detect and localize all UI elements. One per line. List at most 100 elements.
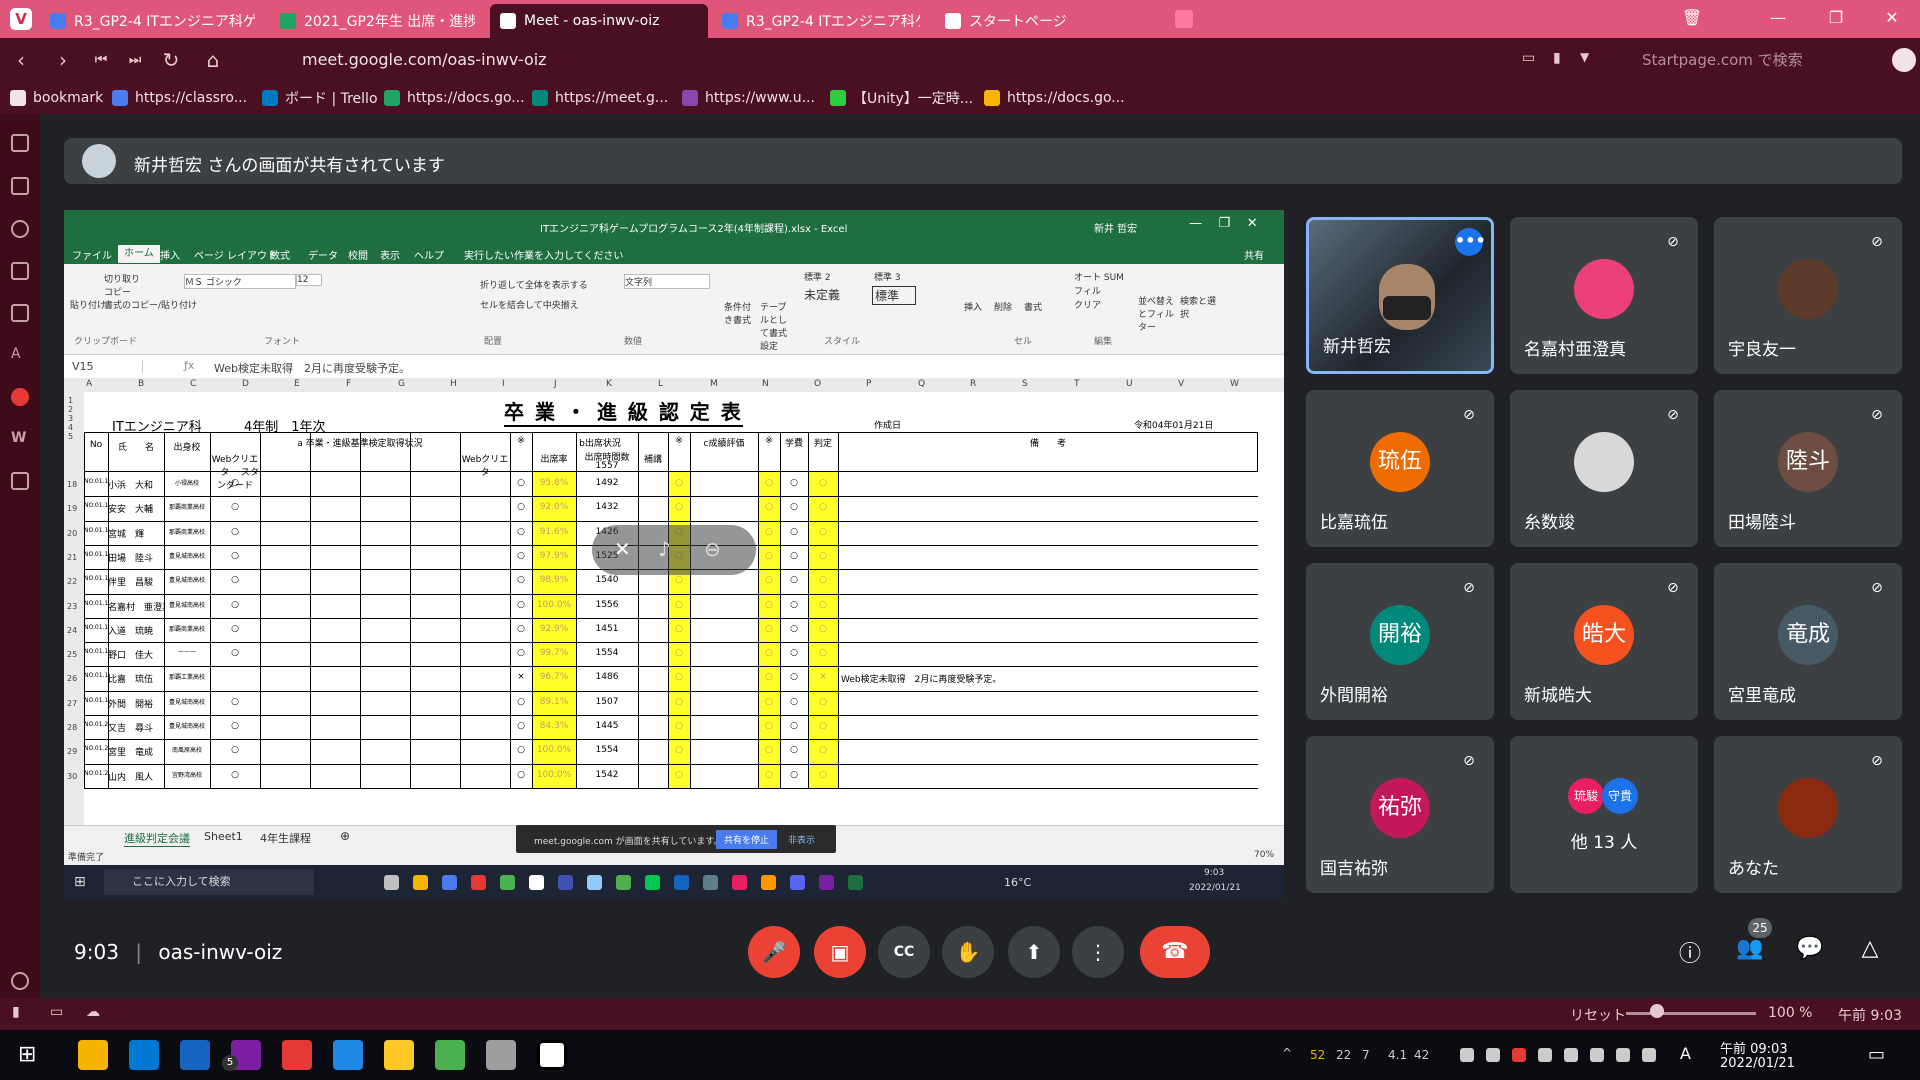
column-letter[interactable]: L [658,379,663,389]
tray-icon[interactable] [1512,1048,1526,1062]
column-letter[interactable]: B [138,379,144,389]
bookmark-item[interactable]: https://docs.go... [984,88,1125,108]
remove-icon[interactable]: ⊖ [704,537,721,561]
taskbar-app-icon[interactable] [537,1040,567,1070]
table-cell[interactable]: 100.0% [532,745,576,755]
style-cell[interactable]: 未定義 [804,286,840,303]
minimize-button[interactable]: — [1758,8,1798,27]
participant-tile[interactable]: 琉駿 守貴他 13 人 [1510,736,1698,893]
bookmarks-panel-icon[interactable] [11,134,29,152]
bookmark-item[interactable]: https://meet.g... [532,88,668,108]
table-cell[interactable]: ○ [210,648,260,658]
table-cell[interactable]: NO.01.16 [84,624,108,631]
table-cell[interactable]: ○ [210,624,260,634]
table-row[interactable]: NO.01.11安安 大輔那覇商業高校○○92.0%1432○○○○ [84,496,1258,520]
table-cell[interactable]: 伴里 昌駿 [108,575,164,588]
zoom-reset[interactable]: リセット [1570,1005,1626,1025]
clipboard-action[interactable]: 書式のコピー/貼り付け [104,298,197,311]
row-number[interactable]: 2 [68,405,73,414]
style-cell[interactable]: 標準 [872,286,917,305]
row-number[interactable]: 22 [67,577,77,586]
participant-tile[interactable]: ⊘ 名嘉村亜澄真 [1510,217,1698,374]
cells-button[interactable]: 削除 [994,300,1012,313]
style-button[interactable]: テーブルとして書式設定 [760,300,794,352]
table-cell[interactable]: NO.01.19 [84,697,108,704]
table-cell[interactable]: 宜野湾高校 [164,770,210,779]
table-cell[interactable]: ○ [510,527,532,537]
row-number[interactable]: 29 [67,747,77,756]
profile-avatar[interactable] [1892,48,1916,72]
row-number[interactable]: 18 [67,480,77,489]
table-cell[interactable]: ○ [510,551,532,561]
table-cell[interactable]: ○ [780,502,808,512]
overflow-icon[interactable]: ^ [1282,1046,1292,1060]
table-cell[interactable]: × [510,672,532,682]
participant-tile[interactable]: ⊘ 糸数竣 [1510,390,1698,547]
table-cell[interactable]: 1445 [576,721,638,731]
table-cell[interactable]: 豊見城南高校 [164,697,210,706]
table-row[interactable]: NO.01.17野口 佳大———○○99.7%1554○○○○ [84,642,1258,666]
row-number[interactable]: 24 [67,626,77,635]
table-cell[interactable]: ○ [808,551,838,561]
table-cell[interactable]: 南風原高校 [164,745,210,754]
table-cell[interactable]: ○ [758,697,780,707]
translate-panel-icon[interactable]: A [11,346,29,364]
column-letter[interactable]: T [1074,379,1080,389]
reload-button[interactable]: ↻ [158,48,184,72]
history-panel-icon[interactable] [11,220,29,238]
table-cell[interactable]: NO.01.14 [84,575,108,582]
row-number[interactable]: 23 [67,602,77,611]
table-cell[interactable]: 1554 [576,648,638,658]
table-cell[interactable]: NO.01.15 [84,600,108,607]
sheet-tab[interactable]: Sheet1 [204,830,243,843]
table-cell[interactable]: ○ [780,721,808,731]
captions-button[interactable]: CC [878,926,930,978]
find-select-button[interactable]: 検索と選択 [1180,294,1220,320]
table-cell[interactable]: ○ [780,478,808,488]
bookmark-item[interactable]: https://classro... [112,88,247,108]
column-letter[interactable]: H [450,379,457,389]
column-letter[interactable]: S [1022,379,1028,389]
mute-icon[interactable]: ♪ [658,537,671,561]
column-letter[interactable]: F [346,379,351,389]
zoom-handle[interactable] [1650,1004,1664,1018]
table-cell[interactable]: NO.01.18 [84,672,108,679]
table-row[interactable]: NO.01.10小浜 大和小禄高校○○95.8%1492○○○○ [84,472,1258,496]
table-cell[interactable]: ○ [210,502,260,512]
column-letter[interactable]: K [606,379,612,389]
table-cell[interactable]: ○ [510,745,532,755]
table-cell[interactable]: ○ [808,575,838,585]
more-actions-icon[interactable]: ••• [1455,228,1486,256]
table-cell[interactable]: ○ [758,478,780,488]
taskbar-app-icon[interactable] [282,1040,312,1070]
table-cell[interactable]: ○ [668,502,690,512]
url-field[interactable]: meet.google.com/oas-inwv-oiz [250,46,1600,74]
tray-icon[interactable] [1564,1048,1578,1062]
panel-toggle-icon[interactable]: ▮ [12,1004,20,1020]
table-row[interactable]: NO.01.15名嘉村 亜澄真豊見城南高校○○100.0%1556○○○○ [84,594,1258,618]
table-cell[interactable]: 84.3% [532,721,576,731]
participant-tile[interactable]: ⊘ あなた [1714,736,1902,893]
column-letter[interactable]: E [294,379,300,389]
column-letter[interactable]: I [502,379,505,389]
taskbar-app-icon[interactable] [78,1040,108,1070]
table-cell[interactable]: ○ [808,624,838,634]
table-cell[interactable]: ○ [758,721,780,731]
meeting-details-icon[interactable]: ⓘ [1674,936,1706,968]
style-cell[interactable]: 標準 3 [874,270,901,283]
column-letter[interactable]: V [1178,379,1184,389]
taskbar-app-icon[interactable] [129,1040,159,1070]
windows-start-icon[interactable]: ⊞ [18,1042,36,1067]
table-cell[interactable]: 1554 [576,745,638,755]
table-cell[interactable]: 野口 佳大 [108,648,164,661]
sort-filter-button[interactable]: 並べ替えとフィルター [1138,294,1178,333]
bookmark-item[interactable]: ボード | Trello [262,88,378,108]
participant-tile[interactable]: 竜成 ⊘ 宮里竜成 [1714,563,1902,720]
table-cell[interactable]: ○ [780,672,808,682]
table-cell[interactable]: ○ [808,745,838,755]
vivaldi-panel-icon[interactable] [11,388,29,406]
table-cell[interactable]: 91.6% [532,527,576,537]
row-number[interactable]: 27 [67,699,77,708]
table-cell[interactable]: ○ [808,648,838,658]
table-cell[interactable]: ○ [758,672,780,682]
